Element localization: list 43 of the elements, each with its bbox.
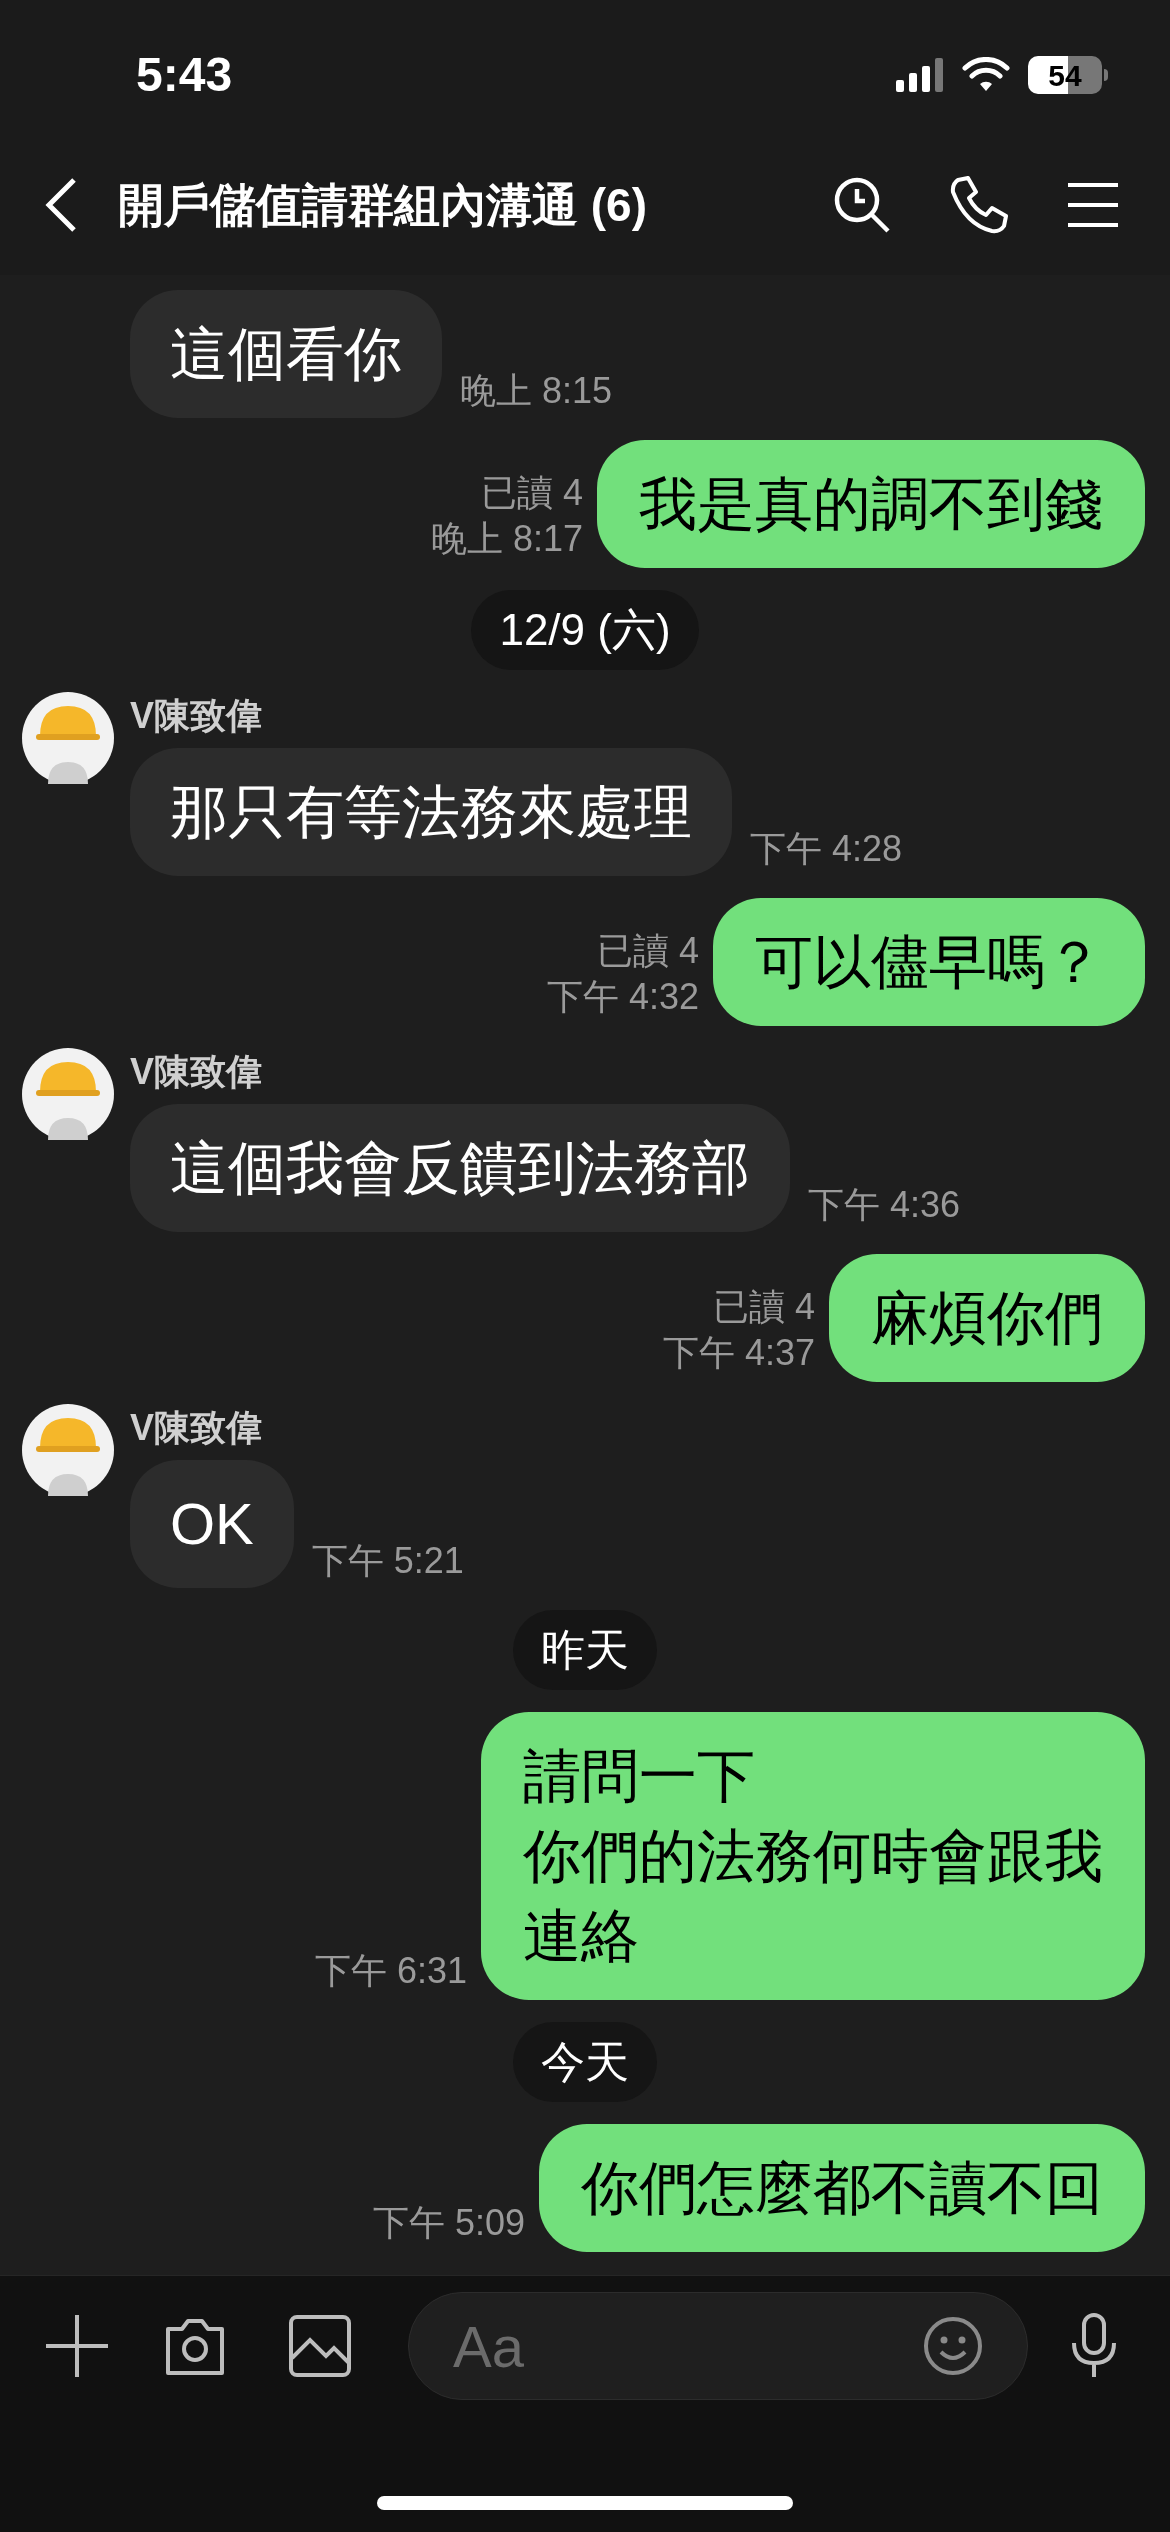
sent-message-bubble: 你們怎麼都不讀不回 — [539, 2124, 1145, 2252]
sent-message-bubble: 可以儘早嗎？ — [713, 898, 1145, 1026]
message-line: 請問一下 — [523, 1742, 756, 1810]
sender-name: V陳致偉 — [130, 1406, 263, 1450]
read-receipt: 已讀 4 — [596, 929, 699, 973]
message-time: 下午 4:37 — [662, 1331, 815, 1375]
back-icon[interactable] — [44, 177, 78, 233]
plus-icon[interactable] — [44, 2313, 110, 2379]
image-icon[interactable] — [288, 2314, 352, 2378]
read-receipt: 已讀 4 — [480, 471, 583, 515]
date-separator: 今天 — [513, 2022, 657, 2102]
message-field[interactable]: Aa — [408, 2292, 1028, 2400]
received-message-bubble: 這個看你 — [130, 290, 442, 418]
sender-name: V陳致偉 — [130, 694, 263, 738]
menu-icon[interactable] — [1066, 182, 1120, 228]
message-time: 晚上 8:17 — [430, 517, 583, 561]
signal-icon — [896, 58, 944, 92]
received-message-bubble: 這個我會反饋到法務部 — [130, 1104, 790, 1232]
date-separator: 昨天 — [513, 1610, 657, 1690]
wifi-icon — [962, 57, 1010, 93]
message-line: 你們的法務何時會跟我 — [523, 1822, 1103, 1890]
date-separator: 12/9 (六) — [471, 590, 699, 670]
received-message-bubble: OK — [130, 1460, 294, 1588]
message-time: 下午 5:09 — [372, 2201, 525, 2245]
message-line: 連絡 — [523, 1902, 640, 1970]
status-time: 5:43 — [136, 47, 233, 103]
message-time: 下午 6:31 — [314, 1949, 467, 1993]
search-icon[interactable] — [832, 175, 892, 235]
emoji-icon[interactable] — [923, 2316, 983, 2376]
sender-name: V陳致偉 — [130, 1050, 263, 1094]
message-time: 下午 4:36 — [808, 1183, 961, 1227]
message-time: 下午 5:21 — [311, 1539, 464, 1583]
message-input[interactable]: Aa — [453, 2302, 923, 2390]
read-receipt: 已讀 4 — [712, 1285, 815, 1329]
sent-message-bubble: 麻煩你們 — [829, 1254, 1145, 1382]
phone-icon[interactable] — [950, 176, 1008, 234]
received-message-bubble: 那只有等法務來處理 — [130, 748, 732, 876]
sent-message-bubble: 我是真的調不到錢 — [597, 440, 1145, 568]
message-time: 下午 4:28 — [750, 827, 903, 871]
message-time: 下午 4:32 — [546, 975, 699, 1019]
chat-title: 開戶儲值請群組內溝通 (6) — [118, 177, 648, 233]
battery-level: 54 — [1048, 57, 1082, 94]
message-time: 晚上 8:15 — [460, 369, 613, 413]
